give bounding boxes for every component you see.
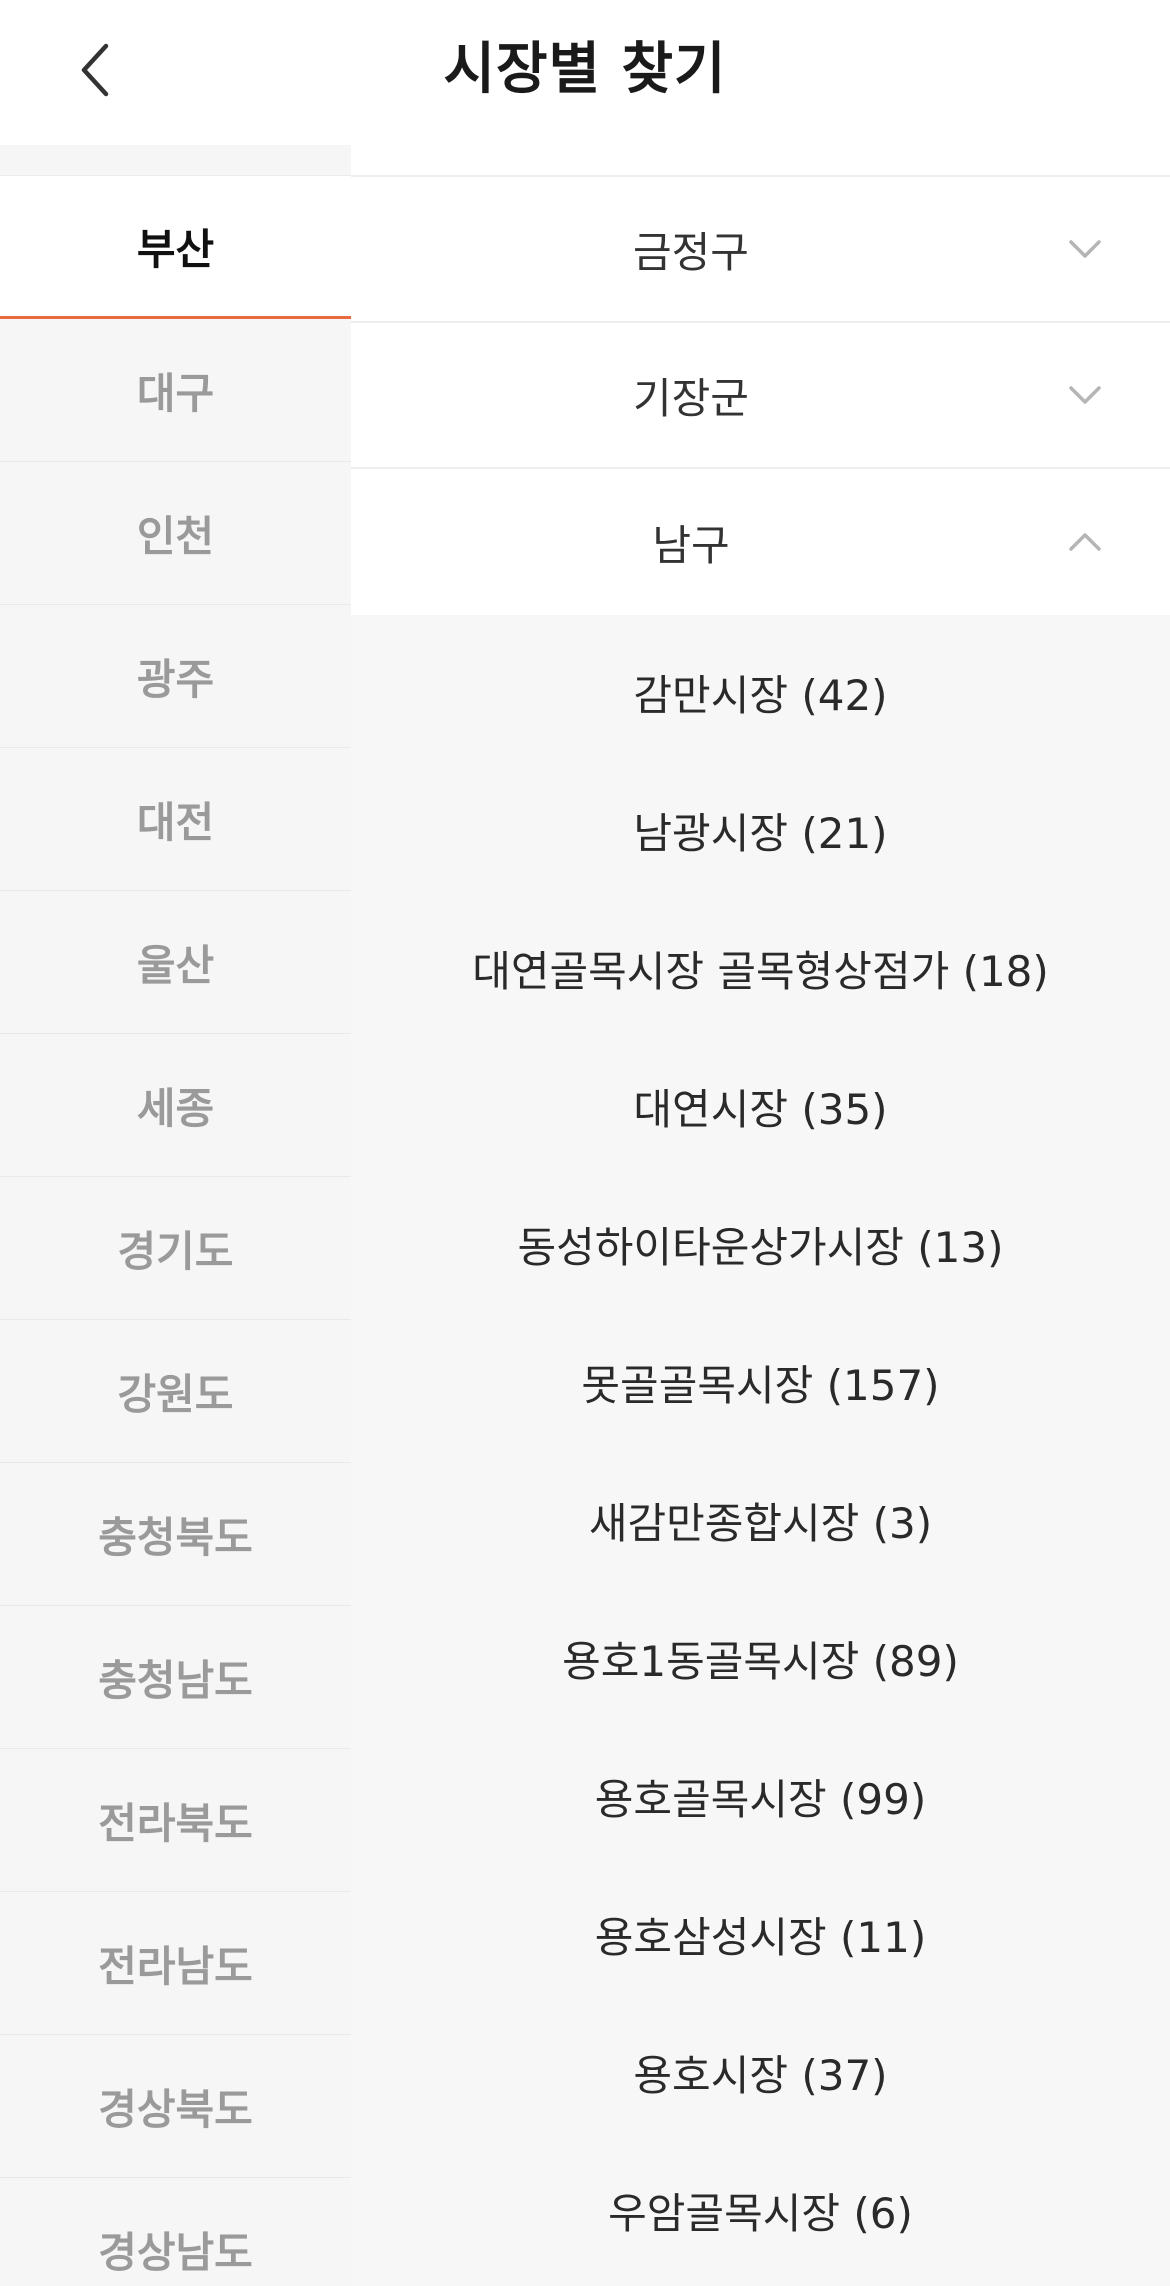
sidebar-item-label: 부산 [136,224,215,274]
chevron-down-icon [1068,232,1102,266]
sidebar-item-label: 전라북도 [98,1798,253,1848]
sidebar-item-chungnam[interactable]: 충청남도 [0,1606,351,1749]
list-item[interactable]: 대연골목시장 골목형상점가 (18) [351,899,1170,1037]
sidebar-item-label: 경기도 [117,1226,234,1276]
sidebar-item-label: 경상남도 [98,2227,253,2277]
list-item[interactable]: 못골골목시장 (157) [351,1313,1170,1451]
district-panel: 금정구 기장군 남구 감만시장 (42) 남광시장 (21) 대연골목시장 골목… [351,145,1170,2286]
list-item[interactable]: 동성하이타운상가시장 (13) [351,1175,1170,1313]
sidebar-item-gyeonggi[interactable]: 경기도 [0,1177,351,1320]
list-item[interactable]: 남광시장 (21) [351,761,1170,899]
content-area: 부산 대구 인천 광주 대전 울산 세종 경기도 강원도 충청북도 충청남도 전… [0,145,1170,2286]
region-sidebar: 부산 대구 인천 광주 대전 울산 세종 경기도 강원도 충청북도 충청남도 전… [0,145,351,2286]
market-list: 감만시장 (42) 남광시장 (21) 대연골목시장 골목형상점가 (18) 대… [351,615,1170,2279]
district-row-gijang[interactable]: 기장군 [351,323,1170,469]
sidebar-item-gwangju[interactable]: 광주 [0,605,351,748]
sidebar-item-busan[interactable]: 부산 [0,176,351,319]
district-row-geumjeong[interactable]: 금정구 [351,177,1170,323]
sidebar-item-label: 강원도 [117,1369,234,1419]
sidebar-top-gap [0,145,351,176]
sidebar-item-jeonnam[interactable]: 전라남도 [0,1892,351,2035]
chevron-up-icon [1068,525,1102,559]
district-label: 남구 [652,520,730,570]
list-item[interactable]: 우암골목시장 (6) [351,2141,1170,2279]
district-label: 기장군 [633,373,749,423]
sidebar-item-daegu[interactable]: 대구 [0,319,351,462]
chevron-down-icon [1068,378,1102,412]
sidebar-item-jeonbuk[interactable]: 전라북도 [0,1749,351,1892]
sidebar-item-gyeongnam[interactable]: 경상남도 [0,2178,351,2286]
sidebar-item-daejeon[interactable]: 대전 [0,748,351,891]
sidebar-item-label: 경상북도 [98,2084,253,2134]
sidebar-item-label: 대구 [136,368,215,418]
list-item[interactable]: 대연시장 (35) [351,1037,1170,1175]
sidebar-item-chungbuk[interactable]: 충청북도 [0,1463,351,1606]
list-item[interactable]: 용호삼성시장 (11) [351,1865,1170,2003]
sidebar-item-label: 대전 [136,797,215,847]
sidebar-item-label: 울산 [136,940,215,990]
sidebar-item-label: 전라남도 [98,1941,253,1991]
page-title: 시장별 찾기 [443,37,727,102]
district-label: 금정구 [633,227,749,277]
sidebar-item-label: 충청남도 [98,1655,253,1705]
sidebar-item-label: 인천 [136,511,215,561]
sidebar-item-gyeongbuk[interactable]: 경상북도 [0,2035,351,2178]
sidebar-item-sejong[interactable]: 세종 [0,1034,351,1177]
sidebar-item-ulsan[interactable]: 울산 [0,891,351,1034]
list-item[interactable]: 용호골목시장 (99) [351,1727,1170,1865]
sidebar-item-label: 세종 [136,1083,215,1133]
list-item[interactable]: 용호시장 (37) [351,2003,1170,2141]
sidebar-item-incheon[interactable]: 인천 [0,462,351,605]
panel-top-gap [351,145,1170,177]
list-item[interactable]: 감만시장 (42) [351,623,1170,761]
header-bar: 시장별 찾기 [0,0,1170,145]
sidebar-item-gangwon[interactable]: 강원도 [0,1320,351,1463]
sidebar-item-label: 충청북도 [98,1512,253,1562]
list-item[interactable]: 용호1동골목시장 (89) [351,1589,1170,1727]
district-row-nam[interactable]: 남구 [351,469,1170,615]
list-item[interactable]: 새감만종합시장 (3) [351,1451,1170,1589]
sidebar-item-label: 광주 [136,654,215,704]
